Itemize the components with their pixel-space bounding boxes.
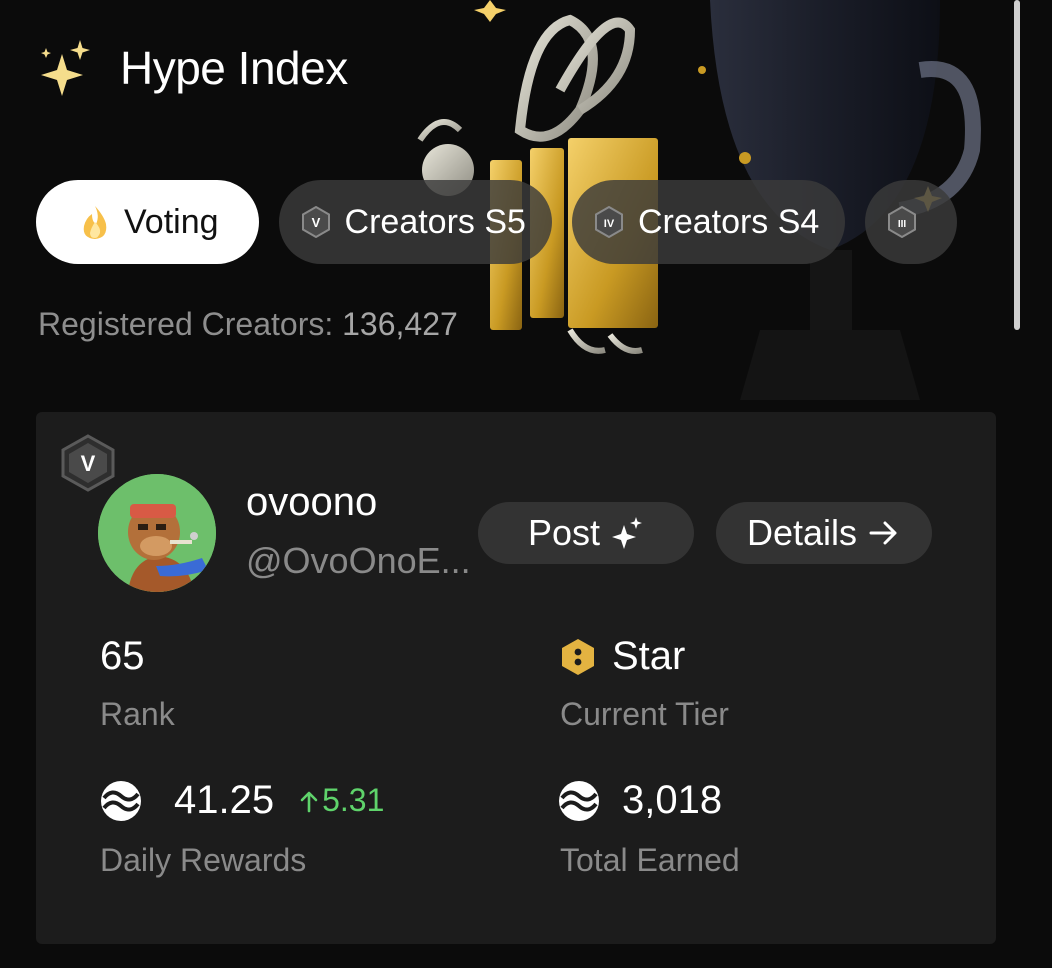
season-v-badge-icon: V [301, 206, 331, 238]
tier-name: Star [612, 634, 686, 678]
tab-voting-label: Voting [124, 202, 219, 241]
scrollbar[interactable] [1014, 0, 1020, 330]
creator-handle: @OvoOnoE... [246, 540, 471, 581]
total-earned-amount: 3,018 [622, 778, 723, 822]
tab-creators-s5[interactable]: V Creators S5 [278, 180, 552, 264]
rank-label: Rank [100, 696, 175, 732]
registered-number: 136,427 [342, 306, 458, 342]
tab-creators-s4[interactable]: IV Creators S4 [571, 180, 846, 264]
svg-text:III: III [898, 219, 907, 230]
title-row: Hype Index [38, 40, 348, 96]
details-button-label: Details [746, 512, 858, 553]
sparkles-icon [612, 517, 643, 549]
arrow-up-icon [300, 791, 318, 812]
details-button[interactable]: Details [716, 502, 932, 564]
svg-text:IV: IV [604, 218, 615, 230]
daily-rewards-delta-value: 5.31 [322, 782, 385, 818]
creator-card: V ovoono @OvoOnoE... Post Details 65 Ran… [36, 412, 996, 944]
sparkles-icon [41, 40, 90, 96]
tab-creators-s3[interactable]: III [865, 180, 958, 264]
total-earned-label: Total Earned [560, 842, 740, 878]
daily-rewards-delta: 5.31 [300, 782, 384, 819]
ape-avatar-icon [98, 474, 216, 592]
token-coin-icon [101, 780, 141, 821]
hype-index-page: Hype Index Voting V Creators S5 IV Creat… [0, 0, 1052, 968]
svg-text:V: V [81, 451, 96, 476]
svg-text:V: V [311, 215, 320, 230]
page-title: Hype Index [120, 42, 348, 94]
season-v-badge-icon: V [61, 434, 115, 492]
rank-value: 65 [100, 634, 145, 678]
post-button-label: Post [527, 512, 601, 553]
total-earned-value: 3,018 [558, 778, 722, 823]
tab-voting[interactable]: Voting [36, 180, 259, 264]
arrow-right-icon [869, 521, 897, 545]
star-tier-icon [562, 638, 594, 675]
avatar[interactable] [98, 474, 216, 592]
season-tabs: Voting V Creators S5 IV Creators S4 III [36, 180, 996, 264]
daily-rewards-amount: 41.25 [174, 778, 275, 822]
current-tier-value: Star [560, 634, 685, 679]
registered-label: Registered Creators: [38, 306, 334, 342]
registered-creators-count: Registered Creators: 136,427 [38, 306, 458, 343]
tab-creators-s4-label: Creators S4 [637, 202, 820, 241]
flame-icon [80, 204, 110, 240]
daily-rewards-label: Daily Rewards [100, 842, 307, 878]
tab-creators-s5-label: Creators S5 [344, 202, 526, 241]
season-iv-badge-icon: IV [594, 206, 624, 238]
season-iii-badge-icon: III [887, 206, 917, 238]
daily-rewards-value: 41.25 5.31 [100, 778, 384, 823]
post-button[interactable]: Post [478, 502, 694, 564]
current-tier-label: Current Tier [560, 696, 729, 732]
token-coin-icon [559, 780, 599, 821]
creator-name: ovoono [246, 480, 378, 524]
